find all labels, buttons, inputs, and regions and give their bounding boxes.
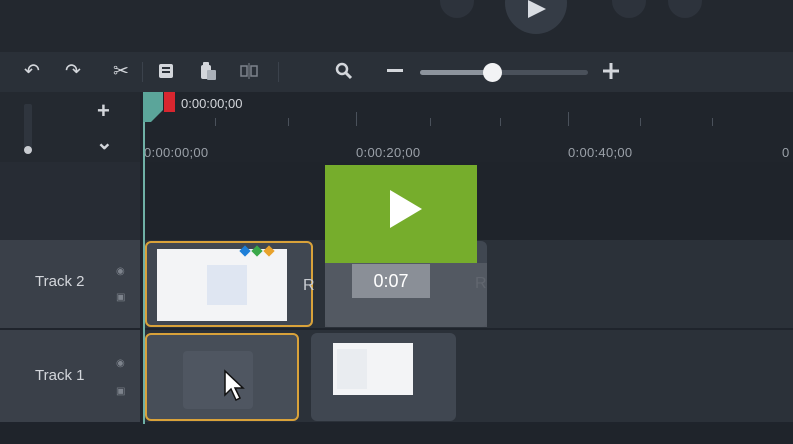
- volume-level-dot[interactable]: [24, 146, 32, 154]
- play-icon: [390, 190, 422, 228]
- playhead-time: 0:00:00;00: [181, 96, 243, 111]
- ruler-tick: [288, 118, 289, 126]
- ruler-tick: [568, 112, 569, 126]
- timeline-toolbar: ↶ ↷ ✂: [0, 52, 793, 92]
- track-name: Track 2: [35, 273, 85, 290]
- undo-icon[interactable]: ↶: [21, 60, 43, 82]
- ruler-tick: [712, 118, 713, 126]
- collapse-tracks-button[interactable]: ⌄: [96, 130, 113, 155]
- divider: [278, 62, 279, 82]
- playhead-line[interactable]: [143, 92, 145, 444]
- marker-icon: [263, 245, 275, 257]
- video-clip[interactable]: [311, 333, 456, 421]
- zoom-out-icon[interactable]: [384, 60, 406, 82]
- video-clip[interactable]: R: [145, 241, 315, 327]
- forward-button[interactable]: [668, 0, 702, 18]
- volume-meter: [24, 104, 32, 148]
- ruler-label: 0:00:40;00: [568, 145, 633, 160]
- track-2-header[interactable]: Track 2 ◉ ▣: [0, 240, 140, 328]
- zoom-in-icon[interactable]: [600, 60, 622, 82]
- track-visibility-icon[interactable]: ◉: [116, 356, 125, 372]
- cut-icon[interactable]: ✂: [110, 60, 132, 82]
- playhead-marker[interactable]: [164, 92, 175, 112]
- ruler-tick: [430, 118, 431, 126]
- paste-icon[interactable]: [197, 60, 219, 82]
- play-icon: [528, 0, 546, 18]
- marker-icon: [251, 245, 263, 257]
- empty-clip-slot[interactable]: [145, 333, 299, 421]
- timeline-footer: [0, 424, 793, 444]
- redo-icon[interactable]: ↷: [62, 60, 84, 82]
- zoom-slider-fill: [420, 70, 492, 75]
- ruler-tick: [356, 112, 357, 126]
- prev-frame-button[interactable]: [440, 0, 474, 18]
- track-visibility-icon[interactable]: ◉: [116, 264, 125, 280]
- track-header-area: [0, 92, 140, 162]
- ruler-tick: [500, 118, 501, 126]
- clip-thumbnail: [157, 245, 287, 321]
- split-icon[interactable]: [238, 60, 260, 82]
- zoom-slider-knob[interactable]: [483, 63, 502, 82]
- next-frame-button[interactable]: [612, 0, 646, 18]
- ruler-label: 0:00:20;00: [356, 145, 421, 160]
- track-lock-icon[interactable]: ▣: [116, 384, 125, 400]
- zoom-search-icon[interactable]: [333, 60, 355, 82]
- copy-icon[interactable]: [155, 60, 177, 82]
- ruler-tick: [640, 118, 641, 126]
- marker-icon: [239, 245, 251, 257]
- track-lock-icon[interactable]: ▣: [116, 290, 125, 306]
- mouse-cursor-icon: [224, 369, 245, 402]
- track-1-header[interactable]: Track 1 ◉ ▣: [0, 330, 140, 422]
- clip-name: R: [303, 277, 315, 294]
- drag-duration-label: 0:07: [352, 264, 430, 298]
- playback-strip: [0, 0, 793, 52]
- empty-track-header: [0, 162, 140, 240]
- track-name: Track 1: [35, 367, 85, 384]
- thumbnail-content: [207, 265, 247, 305]
- ruler-label: 0: [782, 145, 790, 160]
- ruler-label: 0:00:00;00: [144, 145, 209, 160]
- thumbnail-content: [337, 349, 367, 389]
- divider: [142, 62, 143, 82]
- add-track-button[interactable]: +: [97, 98, 110, 124]
- ruler-tick: [215, 118, 216, 126]
- clip-thumbnail: [333, 343, 413, 395]
